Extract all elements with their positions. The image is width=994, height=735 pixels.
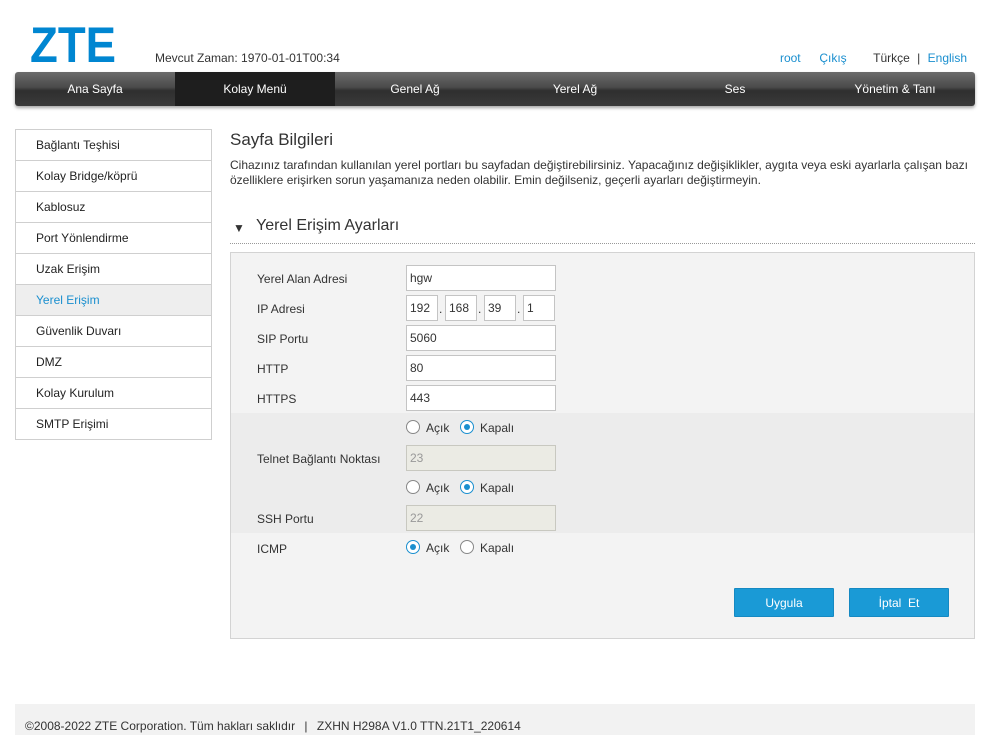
- section-header[interactable]: ▼ Yerel Erişim Ayarları: [230, 214, 975, 244]
- http-port-input[interactable]: [406, 355, 556, 381]
- ip-dot: .: [439, 302, 443, 316]
- sidebar-item-dmz[interactable]: DMZ: [16, 347, 211, 378]
- top-links: root Çıkış Türkçe | English: [780, 51, 967, 65]
- row-icmp: ICMP Açık Kapalı: [231, 533, 974, 563]
- language-current: Türkçe: [873, 51, 910, 65]
- ip-dot: .: [478, 302, 482, 316]
- current-time: Mevcut Zaman: 1970-01-01T00:34: [155, 51, 340, 65]
- telnet-port-input: [406, 445, 556, 471]
- page-description: Cihazınız tarafından kullanılan yerel po…: [230, 158, 968, 187]
- ip-octet-2-input[interactable]: [445, 295, 477, 321]
- https-label: HTTPS: [257, 392, 297, 406]
- svg-text:ZTE: ZTE: [30, 20, 116, 66]
- ssh-on-radio[interactable]: [406, 480, 420, 494]
- telnet-off-label: Kapalı: [480, 421, 515, 435]
- sidebar-item-firewall[interactable]: Güvenlik Duvarı: [16, 316, 211, 347]
- footer-version: ZXHN H298A V1.0 TTN.21T1_220614: [316, 719, 521, 733]
- sidebar-item-smtp-access[interactable]: SMTP Erişimi: [16, 409, 211, 440]
- sidebar-item-connection-diagnosis[interactable]: Bağlantı Teşhisi: [16, 130, 211, 161]
- sidebar-item-bridge[interactable]: Kolay Bridge/köprü: [16, 161, 211, 192]
- zte-logo: ZTE: [30, 20, 116, 66]
- sidebar-item-wireless[interactable]: Kablosuz: [16, 192, 211, 223]
- local-domain-input[interactable]: [406, 265, 556, 291]
- row-ssh-port: SSH Portu: [231, 503, 974, 533]
- local-access-form: Yerel Alan Adresi IP Adresi . . . SIP Po…: [230, 252, 975, 639]
- ip-octet-3-input[interactable]: [484, 295, 516, 321]
- sidebar-item-remote-access[interactable]: Uzak Erişim: [16, 254, 211, 285]
- ssh-port-label: SSH Portu: [257, 512, 314, 526]
- ssh-off-radio[interactable]: [460, 480, 474, 494]
- section-title: Yerel Erişim Ayarları: [256, 217, 400, 234]
- main-nav: Ana Sayfa Kolay Menü Genel Ağ Yerel Ağ S…: [15, 72, 975, 106]
- tab-voice[interactable]: Ses: [655, 72, 815, 106]
- footer: ©2008-2022 ZTE Corporation. Tüm hakları …: [15, 704, 975, 735]
- telnet-port-label: Telnet Bağlantı Noktası: [257, 452, 381, 466]
- ssh-port-input: [406, 505, 556, 531]
- ssh-on-label: Açık: [426, 481, 450, 495]
- icmp-off-radio[interactable]: [460, 540, 474, 554]
- sidebar-item-port-forwarding[interactable]: Port Yönlendirme: [16, 223, 211, 254]
- sidebar-item-easy-setup[interactable]: Kolay Kurulum: [16, 378, 211, 409]
- icmp-label: ICMP: [257, 542, 287, 556]
- icmp-on-label: Açık: [426, 541, 450, 555]
- sidebar-item-local-access[interactable]: Yerel Erişim: [16, 285, 211, 316]
- content-area: Sayfa Bilgileri Cihazınız tarafından kul…: [230, 130, 975, 244]
- row-telnet-toggle: Açık Kapalı: [231, 413, 974, 443]
- row-local-domain: Yerel Alan Adresi: [231, 263, 974, 293]
- icmp-off-label: Kapalı: [480, 541, 515, 555]
- tab-management[interactable]: Yönetim & Tanı: [815, 72, 975, 106]
- language-separator: |: [917, 51, 921, 65]
- telnet-off-radio[interactable]: [460, 420, 474, 434]
- tab-easy-menu[interactable]: Kolay Menü: [175, 72, 335, 106]
- telnet-on-radio[interactable]: [406, 420, 420, 434]
- sip-port-label: SIP Portu: [257, 332, 309, 346]
- ip-octet-4-input[interactable]: [523, 295, 555, 321]
- ssh-off-label: Kapalı: [480, 481, 515, 495]
- ip-dot: .: [517, 302, 521, 316]
- tab-home[interactable]: Ana Sayfa: [15, 72, 175, 106]
- footer-separator: |: [304, 719, 308, 733]
- cancel-button[interactable]: İptal Et: [849, 588, 949, 617]
- telnet-on-label: Açık: [426, 421, 450, 435]
- https-port-input[interactable]: [406, 385, 556, 411]
- row-https: HTTPS: [231, 383, 974, 413]
- ip-octet-1-input[interactable]: [406, 295, 438, 321]
- collapse-triangle-icon[interactable]: ▼: [233, 221, 245, 235]
- page-title: Sayfa Bilgileri: [230, 130, 333, 149]
- row-ip-address: IP Adresi . . .: [231, 293, 974, 323]
- sip-port-input[interactable]: [406, 325, 556, 351]
- ip-address-label: IP Adresi: [257, 302, 305, 316]
- row-sip-port: SIP Portu: [231, 323, 974, 353]
- row-telnet-port: Telnet Bağlantı Noktası: [231, 443, 974, 473]
- icmp-on-radio[interactable]: [406, 540, 420, 554]
- http-label: HTTP: [257, 362, 289, 376]
- tab-lan[interactable]: Yerel Ağ: [495, 72, 655, 106]
- language-english-link[interactable]: English: [928, 51, 967, 65]
- row-http: HTTP: [231, 353, 974, 383]
- sidebar: Bağlantı Teşhisi Kolay Bridge/köprü Kabl…: [15, 129, 212, 440]
- row-ssh-toggle: Açık Kapalı: [231, 473, 974, 503]
- apply-button[interactable]: Uygula: [734, 588, 834, 617]
- footer-copyright: ©2008-2022 ZTE Corporation. Tüm hakları …: [25, 719, 296, 733]
- local-domain-label: Yerel Alan Adresi: [257, 272, 348, 286]
- logout-link[interactable]: Çıkış: [819, 51, 846, 65]
- user-link[interactable]: root: [780, 51, 801, 65]
- tab-wan[interactable]: Genel Ağ: [335, 72, 495, 106]
